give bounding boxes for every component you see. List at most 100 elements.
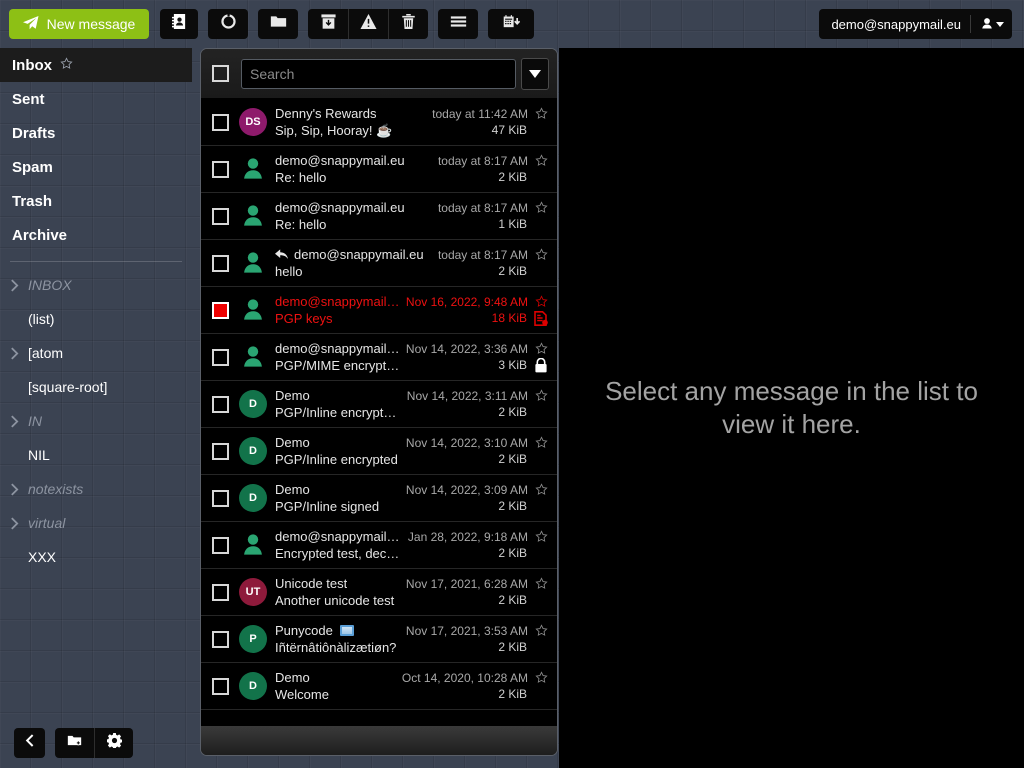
message-row[interactable]: DDemoPGP/Inline signedNov 14, 2022, 3:09… bbox=[201, 475, 557, 522]
sidebar-subfolder-item[interactable]: virtual bbox=[0, 506, 192, 540]
paper-plane-icon bbox=[23, 15, 39, 34]
message-row[interactable]: demo@snappymail.euEncrypted test, decryp… bbox=[201, 522, 557, 569]
attachment-slot-empty bbox=[534, 546, 548, 561]
message-checkbox[interactable] bbox=[212, 396, 229, 413]
sidebar-item-spam[interactable]: Spam bbox=[0, 150, 192, 184]
sidebar-subfolder-item[interactable]: IN bbox=[0, 404, 192, 438]
star-icon[interactable] bbox=[535, 154, 548, 167]
message-size: 2 KiB bbox=[498, 593, 527, 607]
star-icon[interactable] bbox=[535, 295, 548, 308]
search-input[interactable] bbox=[241, 59, 516, 89]
star-icon[interactable] bbox=[535, 201, 548, 214]
message-row[interactable]: UTUnicode testAnother unicode testNov 17… bbox=[201, 569, 557, 616]
message-meta-block: Nov 17, 2021, 6:28 AM2 KiB bbox=[406, 577, 548, 608]
message-from: Demo bbox=[275, 388, 310, 403]
move-to-folder-button[interactable] bbox=[258, 9, 298, 39]
sidebar-subfolder-item[interactable]: XXX bbox=[0, 540, 192, 574]
search-options-button[interactable] bbox=[521, 58, 549, 90]
message-subject: Encrypted test, decrypt pass: demo bbox=[275, 546, 402, 561]
message-row[interactable]: demo@snappymail.euhellotoday at 8:17 AM2… bbox=[201, 240, 557, 287]
star-icon[interactable] bbox=[535, 436, 548, 449]
star-icon[interactable] bbox=[535, 671, 548, 684]
add-folder-button[interactable] bbox=[55, 728, 94, 758]
message-checkbox[interactable] bbox=[212, 631, 229, 648]
message-row[interactable]: DDemoWelcomeOct 14, 2020, 10:28 AM2 KiB bbox=[201, 663, 557, 710]
sidebar-item-sent[interactable]: Sent bbox=[0, 82, 192, 116]
sidebar-subfolder-item[interactable]: (list) bbox=[0, 302, 192, 336]
chevron-right-icon[interactable] bbox=[0, 517, 28, 530]
sidebar-item-trash[interactable]: Trash bbox=[0, 184, 192, 218]
message-text-block: demo@snappymail.euPGP keys bbox=[275, 294, 400, 326]
message-checkbox[interactable] bbox=[212, 349, 229, 366]
star-icon[interactable] bbox=[535, 107, 548, 120]
sidebar-item-inbox[interactable]: Inbox bbox=[0, 48, 192, 82]
message-row[interactable]: demo@snappymail.euRe: hellotoday at 8:17… bbox=[201, 146, 557, 193]
message-list[interactable]: DSDenny's RewardsSip, Sip, Hooray! ☕toda… bbox=[201, 99, 557, 725]
star-icon[interactable] bbox=[535, 342, 548, 355]
chevron-right-icon[interactable] bbox=[0, 483, 28, 496]
avatar: DS bbox=[239, 108, 267, 136]
sidebar-item-label: Drafts bbox=[12, 125, 55, 142]
message-subject: PGP/MIME encrypted HTML message bbox=[275, 358, 400, 373]
message-checkbox[interactable] bbox=[212, 678, 229, 695]
chevron-right-icon[interactable] bbox=[0, 347, 28, 360]
message-checkbox[interactable] bbox=[212, 537, 229, 554]
message-from: Demo bbox=[275, 482, 310, 497]
settings-button[interactable] bbox=[94, 728, 133, 758]
message-actions-group bbox=[308, 9, 428, 39]
message-meta-block: Nov 14, 2022, 3:36 AM3 KiB bbox=[406, 342, 548, 373]
message-row[interactable]: DDemoPGP/Inline encryptedNov 14, 2022, 3… bbox=[201, 428, 557, 475]
user-avatar-icon bbox=[980, 17, 1004, 31]
sidebar-item-archive[interactable]: Archive bbox=[0, 218, 192, 252]
archive-button[interactable] bbox=[308, 9, 348, 39]
chevron-right-icon[interactable] bbox=[0, 279, 28, 292]
message-row[interactable]: PPunycodeIñtërnâtiônàlizætiøn?Nov 17, 20… bbox=[201, 616, 557, 663]
message-row[interactable]: demo@snappymail.euRe: hellotoday at 8:17… bbox=[201, 193, 557, 240]
new-message-button[interactable]: New message bbox=[9, 9, 149, 39]
star-icon[interactable] bbox=[535, 577, 548, 590]
refresh-button[interactable] bbox=[208, 9, 248, 39]
message-checkbox[interactable] bbox=[212, 490, 229, 507]
message-checkbox[interactable] bbox=[212, 443, 229, 460]
sidebar-subfolder-item[interactable]: INBOX bbox=[0, 268, 192, 302]
select-all-checkbox[interactable] bbox=[212, 65, 229, 82]
star-icon[interactable] bbox=[60, 57, 73, 74]
message-meta-block: Nov 17, 2021, 3:53 AM2 KiB bbox=[406, 624, 548, 655]
account-menu-button[interactable]: demo@snappymail.eu bbox=[819, 9, 1012, 39]
message-row[interactable]: demo@snappymail.euPGP keysNov 16, 2022, … bbox=[201, 287, 557, 334]
star-icon[interactable] bbox=[535, 624, 548, 637]
message-row[interactable]: demo@snappymail.euPGP/MIME encrypted HTM… bbox=[201, 334, 557, 381]
message-checkbox[interactable] bbox=[212, 255, 229, 272]
star-icon[interactable] bbox=[535, 389, 548, 402]
sidebar-subfolder-item[interactable]: notexists bbox=[0, 472, 192, 506]
message-checkbox[interactable] bbox=[212, 114, 229, 131]
account-email-label: demo@snappymail.eu bbox=[831, 17, 961, 32]
message-checkbox[interactable] bbox=[212, 208, 229, 225]
sidebar-item-label: Inbox bbox=[12, 57, 52, 74]
sidebar-subfolder-item[interactable]: [atom bbox=[0, 336, 192, 370]
collapse-sidebar-button[interactable] bbox=[14, 728, 45, 758]
message-checkbox[interactable] bbox=[212, 584, 229, 601]
star-icon[interactable] bbox=[535, 483, 548, 496]
chevron-right-icon[interactable] bbox=[0, 415, 28, 428]
more-menu-button[interactable] bbox=[438, 9, 478, 39]
message-date: today at 8:17 AM bbox=[438, 154, 528, 168]
sidebar-subfolder-item[interactable]: [square-root] bbox=[0, 370, 192, 404]
folder-group bbox=[258, 9, 298, 39]
message-size-line: 2 KiB bbox=[498, 405, 548, 420]
calendar-download-button[interactable] bbox=[488, 9, 534, 39]
delete-button[interactable] bbox=[388, 9, 428, 39]
spam-button[interactable] bbox=[348, 9, 388, 39]
contacts-button[interactable] bbox=[160, 9, 198, 39]
star-icon[interactable] bbox=[535, 530, 548, 543]
message-subject: Re: hello bbox=[275, 217, 432, 232]
message-row[interactable]: DDemoPGP/Inline encrypted & signedNov 14… bbox=[201, 381, 557, 428]
sidebar-item-drafts[interactable]: Drafts bbox=[0, 116, 192, 150]
message-meta-block: today at 11:42 AM47 KiB bbox=[432, 107, 548, 138]
message-checkbox[interactable] bbox=[212, 161, 229, 178]
gear-icon bbox=[107, 733, 122, 753]
sidebar-subfolder-item[interactable]: NIL bbox=[0, 438, 192, 472]
star-icon[interactable] bbox=[535, 248, 548, 261]
message-flag-checkbox[interactable] bbox=[212, 302, 229, 319]
message-row[interactable]: DSDenny's RewardsSip, Sip, Hooray! ☕toda… bbox=[201, 99, 557, 146]
